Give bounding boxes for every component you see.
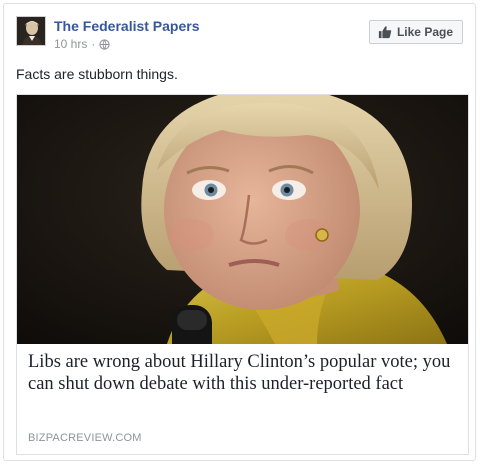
link-preview[interactable]: Libs are wrong about Hillary Clinton’s p… — [16, 94, 469, 455]
like-page-button[interactable]: Like Page — [368, 20, 463, 44]
link-domain: BIZPACREVIEW.COM — [28, 432, 142, 444]
post-timestamp[interactable]: 10 hrs — [54, 37, 87, 51]
post-meta: 10 hrs · — [54, 37, 110, 51]
link-title[interactable]: Libs are wrong about Hillary Clinton’s p… — [28, 351, 458, 395]
portrait-icon — [17, 17, 45, 45]
like-page-label: Like Page — [396, 25, 453, 39]
thumbs-up-icon — [378, 26, 392, 39]
woman-portrait-photo — [17, 95, 468, 344]
post-card: The Federalist Papers 10 hrs · Like Page… — [3, 3, 476, 461]
page-name-link[interactable]: The Federalist Papers — [54, 18, 200, 34]
post-header: The Federalist Papers 10 hrs · Like Page — [16, 16, 463, 56]
globe-icon[interactable] — [99, 38, 110, 50]
post-message: Facts are stubborn things. — [16, 66, 178, 82]
article-image[interactable] — [17, 95, 468, 344]
meta-separator: · — [91, 37, 96, 51]
page-avatar[interactable] — [16, 16, 46, 46]
